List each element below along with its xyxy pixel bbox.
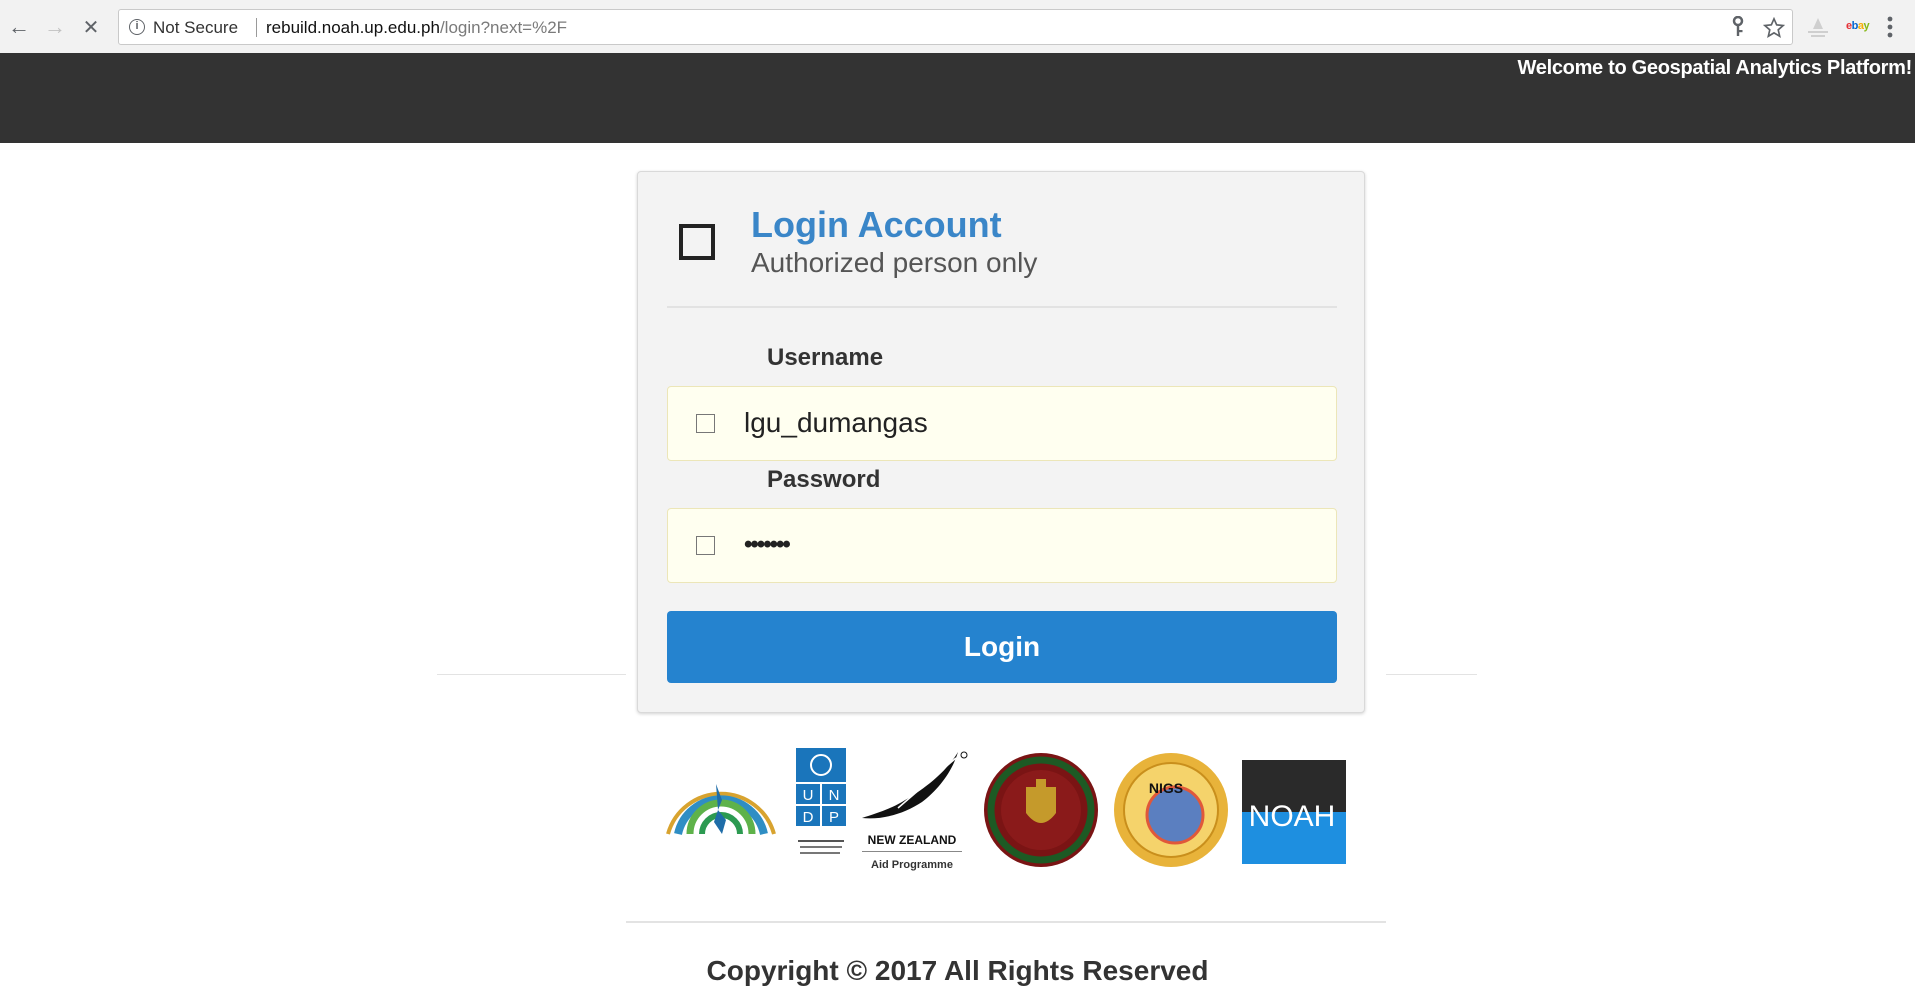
login-button[interactable]: Login <box>667 611 1337 683</box>
left-divider <box>437 674 626 675</box>
ebay-icon[interactable]: ebay <box>1846 20 1870 32</box>
nigs-text: NIGS <box>1149 780 1183 796</box>
undp-letter-p: P <box>829 809 839 826</box>
undp-logo: U N D P <box>796 748 846 854</box>
site-header: Welcome to Geospatial Analytics Platform… <box>0 53 1915 143</box>
username-label: Username <box>767 344 884 371</box>
undp-letter-n: N <box>829 787 840 804</box>
back-icon[interactable]: ← <box>2 10 36 44</box>
login-checkbox-icon <box>679 224 715 260</box>
extension-icon[interactable] <box>1806 17 1830 37</box>
url-text[interactable]: rebuild.noah.up.edu.ph/login?next=%2F <box>266 18 567 38</box>
right-divider <box>1386 674 1477 675</box>
menu-icon[interactable] <box>1887 16 1893 38</box>
url-domain: rebuild.noah.up.edu.ph <box>266 18 440 37</box>
nz-aid-line1: NEW ZEALAND <box>868 833 957 847</box>
info-icon[interactable]: i <box>129 19 145 35</box>
username-input[interactable] <box>744 387 1324 459</box>
undp-letter-u: U <box>803 787 814 804</box>
login-subtitle: Authorized person only <box>751 247 1038 278</box>
address-bar[interactable]: i Not Secure rebuild.noah.up.edu.ph/logi… <box>118 9 1793 45</box>
up-seal-logo <box>984 753 1098 867</box>
new-zealand-aid-logo: NEW ZEALAND Aid Programme <box>862 751 968 871</box>
browser-toolbar: ← → ✕ i Not Secure rebuild.noah.up.edu.p… <box>0 0 1915 54</box>
login-title: Login Account <box>751 204 1002 245</box>
copyright-text: Copyright © 2017 All Rights Reserved <box>706 955 1209 986</box>
undp-letter-d: D <box>803 809 814 826</box>
welcome-message: Welcome to Geospatial Analytics Platform… <box>1517 57 1913 79</box>
nz-aid-line2: Aid Programme <box>871 859 953 871</box>
url-path: /login?next=%2F <box>439 18 568 37</box>
forward-icon[interactable]: → <box>38 10 72 44</box>
login-card: Login Account Authorized person only Use… <box>637 171 1365 713</box>
star-icon[interactable] <box>1763 17 1785 39</box>
card-divider <box>667 306 1337 308</box>
noah-text: NOAH <box>1249 800 1336 833</box>
key-icon[interactable] <box>1731 16 1745 38</box>
footer-divider <box>626 921 1386 923</box>
security-indicator[interactable]: Not Secure <box>153 18 238 38</box>
password-field[interactable] <box>667 508 1337 583</box>
password-label: Password <box>767 466 881 493</box>
lock-icon <box>696 536 715 555</box>
user-icon <box>696 414 715 433</box>
noah-logo: NOAH <box>1242 760 1346 864</box>
nigs-logo: NIGS <box>1114 753 1228 867</box>
url-separator <box>256 18 257 37</box>
climate-change-commission-logo <box>666 784 776 835</box>
username-field[interactable] <box>667 386 1337 461</box>
stop-loading-icon[interactable]: ✕ <box>74 10 108 44</box>
password-input[interactable] <box>744 509 1324 581</box>
